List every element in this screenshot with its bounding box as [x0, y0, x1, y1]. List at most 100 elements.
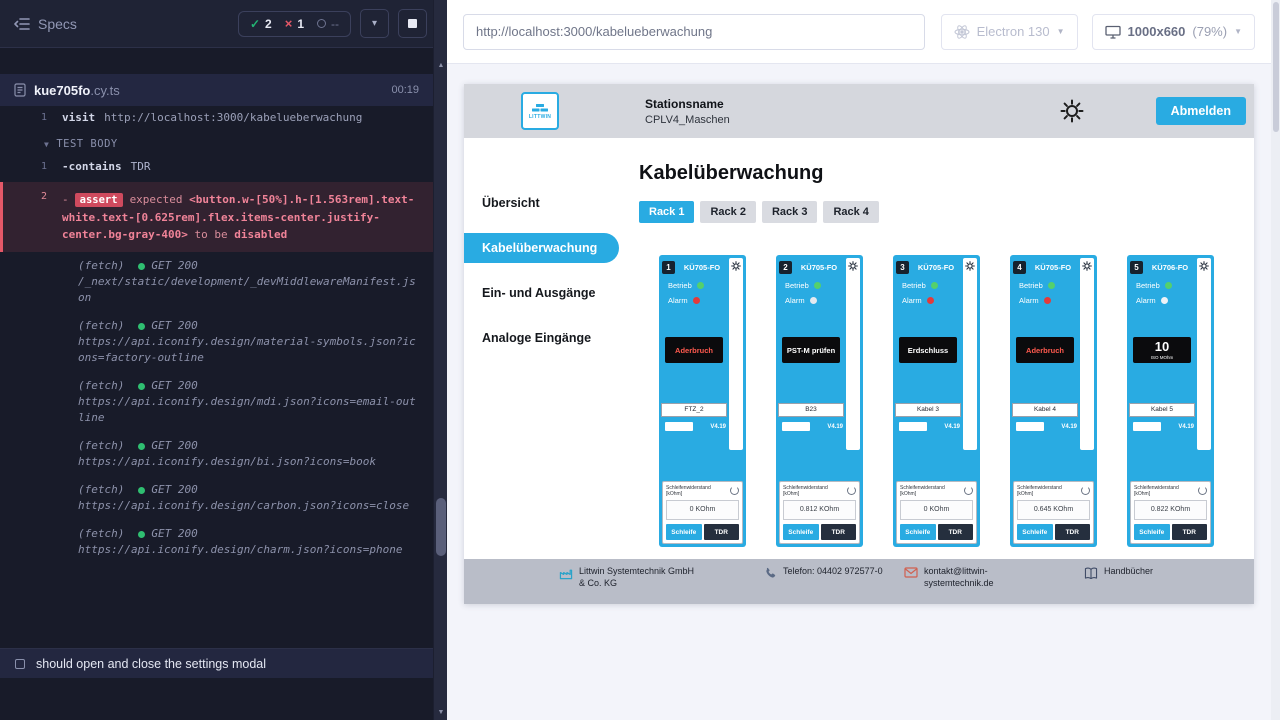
sidebar-item-uebersicht[interactable]: Übersicht	[464, 188, 619, 218]
schleife-button[interactable]: Schleife	[1134, 524, 1170, 540]
fetch-log-entry: (fetch)GET 200 /_next/static/development…	[0, 252, 433, 312]
cable-label: B23	[778, 403, 844, 417]
command-contains[interactable]: 1 -contains TDR	[0, 157, 433, 177]
status-ok-dot	[138, 323, 145, 330]
tdr-button[interactable]: TDR	[1172, 524, 1208, 540]
card-title: KÜ705-FO	[795, 263, 843, 272]
footer-manuals[interactable]: Handbücher	[1084, 566, 1153, 579]
refresh-icon[interactable]	[847, 486, 856, 495]
scroll-down-arrow[interactable]: ▼	[434, 709, 448, 716]
settings-gear-button[interactable]	[1060, 99, 1084, 123]
alarm-led	[810, 297, 817, 304]
mini-display	[1133, 422, 1161, 431]
device-card-4: 4 KÜ705-FO Betrieb Alarm Aderbruch Kabel…	[1010, 255, 1097, 547]
test-body-section[interactable]: ▼ TEST BODY	[0, 128, 433, 157]
test-stats: ✓2 ×1 --	[238, 11, 351, 37]
firmware-version: V4.19	[827, 424, 843, 430]
status-ok-dot	[138, 383, 145, 390]
tab-rack-2[interactable]: Rack 2	[700, 201, 755, 223]
refresh-icon[interactable]	[964, 486, 973, 495]
sidebar-item-ein-und-ausgaenge[interactable]: Ein- und Ausgänge	[464, 278, 619, 308]
tab-rack-4[interactable]: Rack 4	[823, 201, 878, 223]
assert-message: -assertexpected <button.w-[50%].h-[1.563…	[62, 191, 421, 243]
app-body: Übersicht Kabelüberwachung Ein- und Ausg…	[464, 138, 1254, 559]
mail-icon	[904, 567, 918, 578]
factory-icon	[559, 567, 573, 580]
spec-file-icon	[14, 83, 26, 97]
led-betrieb: Betrieb	[659, 281, 729, 290]
specs-menu-button[interactable]: Specs	[14, 16, 77, 32]
app-sidebar: Übersicht Kabelüberwachung Ein- und Ausg…	[464, 138, 619, 559]
scrollbar-thumb[interactable]	[436, 498, 446, 556]
card-gear-icon[interactable]	[731, 261, 741, 271]
logout-button[interactable]: Abmelden	[1156, 97, 1246, 125]
cypress-reporter: Specs ✓2 ×1 -- ▾ kue705fo.cy.ts 00:19 1 …	[0, 0, 433, 720]
measurement-panel: Schleifenwiderstand [kOhm] 0 KOhm Schlei…	[896, 481, 977, 544]
sidebar-item-kabelueberwachung[interactable]: Kabelüberwachung	[464, 233, 619, 263]
fetch-log-entry: (fetch)GET 200 https://api.iconify.desig…	[0, 372, 433, 432]
viewport-selector[interactable]: 1000x660 (79%) ▼	[1092, 14, 1255, 50]
tab-rack-1[interactable]: Rack 1	[639, 201, 694, 223]
status-display: Erdschluss	[899, 337, 957, 363]
refresh-icon[interactable]	[1081, 486, 1090, 495]
card-side-strip	[1080, 258, 1094, 450]
next-test-row[interactable]: should open and close the settings modal	[0, 648, 433, 678]
card-number-badge: 1	[662, 261, 675, 274]
status-display: Aderbruch	[1016, 337, 1074, 363]
url-input[interactable]	[463, 14, 925, 50]
tdr-button[interactable]: TDR	[821, 524, 857, 540]
footer-email[interactable]: kontakt@littwin-systemtechnik.de	[904, 566, 1084, 589]
page-scrollbar[interactable]	[1271, 0, 1280, 720]
scroll-up-arrow[interactable]: ▲	[434, 62, 448, 69]
contains-method: -contains	[62, 159, 122, 175]
tdr-button[interactable]: TDR	[1055, 524, 1091, 540]
browser-selector[interactable]: Electron 130 ▼	[941, 14, 1078, 50]
tab-rack-3[interactable]: Rack 3	[762, 201, 817, 223]
schleife-button[interactable]: Schleife	[900, 524, 936, 540]
refresh-icon[interactable]	[730, 486, 739, 495]
spec-duration: 00:19	[391, 84, 419, 96]
littwin-logo: LITTWIN	[521, 92, 559, 130]
command-visit[interactable]: 1 visit http://localhost:3000/kabelueber…	[0, 108, 433, 128]
led-alarm: Alarm	[776, 296, 846, 305]
schleife-button[interactable]: Schleife	[1017, 524, 1053, 540]
runner-panel: Electron 130 ▼ 1000x660 (79%) ▼ LITTWIN	[447, 0, 1271, 720]
spec-header[interactable]: kue705fo.cy.ts 00:19	[0, 74, 433, 106]
device-card-3: 3 KÜ705-FO Betrieb Alarm Erdschluss Kabe…	[893, 255, 980, 547]
reporter-scrollbar[interactable]: ▲ ▼	[433, 0, 447, 720]
sidebar-item-analoge-eingaenge[interactable]: Analoge Eingänge	[464, 323, 619, 353]
stop-icon	[408, 19, 417, 28]
card-side-strip	[846, 258, 860, 450]
card-gear-icon[interactable]	[1199, 261, 1209, 271]
card-gear-icon[interactable]	[848, 261, 858, 271]
led-betrieb: Betrieb	[893, 281, 963, 290]
card-gear-icon[interactable]	[965, 261, 975, 271]
firmware-version: V4.19	[944, 424, 960, 430]
scrollbar-thumb[interactable]	[1273, 2, 1279, 132]
schleife-button[interactable]: Schleife	[666, 524, 702, 540]
schleife-button[interactable]: Schleife	[783, 524, 819, 540]
card-side-strip	[1197, 258, 1211, 450]
refresh-icon[interactable]	[1198, 486, 1207, 495]
alarm-led	[1044, 297, 1051, 304]
card-number-badge: 2	[779, 261, 792, 274]
tdr-button[interactable]: TDR	[704, 524, 740, 540]
stat-pending: --	[317, 17, 339, 31]
collapse-chevron-button[interactable]: ▾	[360, 9, 389, 38]
card-gear-icon[interactable]	[1082, 261, 1092, 271]
device-cards: 1 KÜ705-FO Betrieb Alarm Aderbruch FTZ_2…	[659, 255, 1254, 547]
electron-icon	[954, 24, 970, 40]
device-card-5: 5 KÜ706-FO Betrieb Alarm 10 ISO MOhm	[1127, 255, 1214, 547]
measurement-panel: Schleifenwiderstand [kOhm] 0.822 KOhm Sc…	[1130, 481, 1211, 544]
failed-assert[interactable]: 2 -assertexpected <button.w-[50%].h-[1.5…	[0, 182, 433, 252]
card-title: KÜ705-FO	[678, 263, 726, 272]
led-betrieb: Betrieb	[1010, 281, 1080, 290]
chevron-down-icon: ▼	[1057, 27, 1065, 36]
spec-extension: .cy.ts	[90, 83, 119, 98]
app-under-test: LITTWIN Stationsname CPLV4_Maschen Abmel…	[464, 84, 1254, 604]
led-alarm: Alarm	[659, 296, 729, 305]
stop-tests-button[interactable]	[398, 9, 427, 38]
page-title: Kabelüberwachung	[639, 162, 1254, 185]
stat-passed: ✓2	[250, 17, 272, 31]
tdr-button[interactable]: TDR	[938, 524, 974, 540]
